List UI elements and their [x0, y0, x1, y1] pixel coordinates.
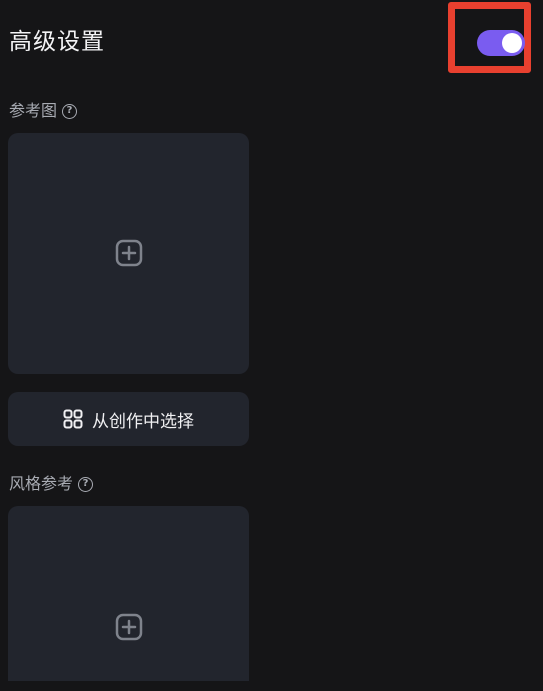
- reference-image-help-icon[interactable]: ?: [62, 103, 78, 119]
- style-reference-label-row: 风格参考 ?: [9, 473, 94, 495]
- select-from-creations-button[interactable]: 从创作中选择: [8, 392, 249, 446]
- grid-icon: [63, 409, 83, 429]
- page-title: 高级设置: [9, 29, 105, 55]
- select-from-creations-label: 从创作中选择: [92, 411, 194, 432]
- style-reference-help-icon[interactable]: ?: [78, 476, 94, 492]
- reference-image-upload-area[interactable]: [8, 133, 249, 374]
- advanced-settings-header: 高级设置: [0, 0, 543, 82]
- plus-square-icon: [115, 239, 142, 267]
- style-reference-upload-area[interactable]: [8, 506, 249, 681]
- reference-image-label-row: 参考图 ?: [9, 100, 78, 122]
- style-reference-label: 风格参考: [9, 474, 74, 493]
- reference-image-label: 参考图: [9, 101, 58, 120]
- toggle-knob: [502, 33, 522, 53]
- plus-square-icon: [115, 613, 142, 641]
- advanced-settings-toggle[interactable]: [477, 30, 525, 56]
